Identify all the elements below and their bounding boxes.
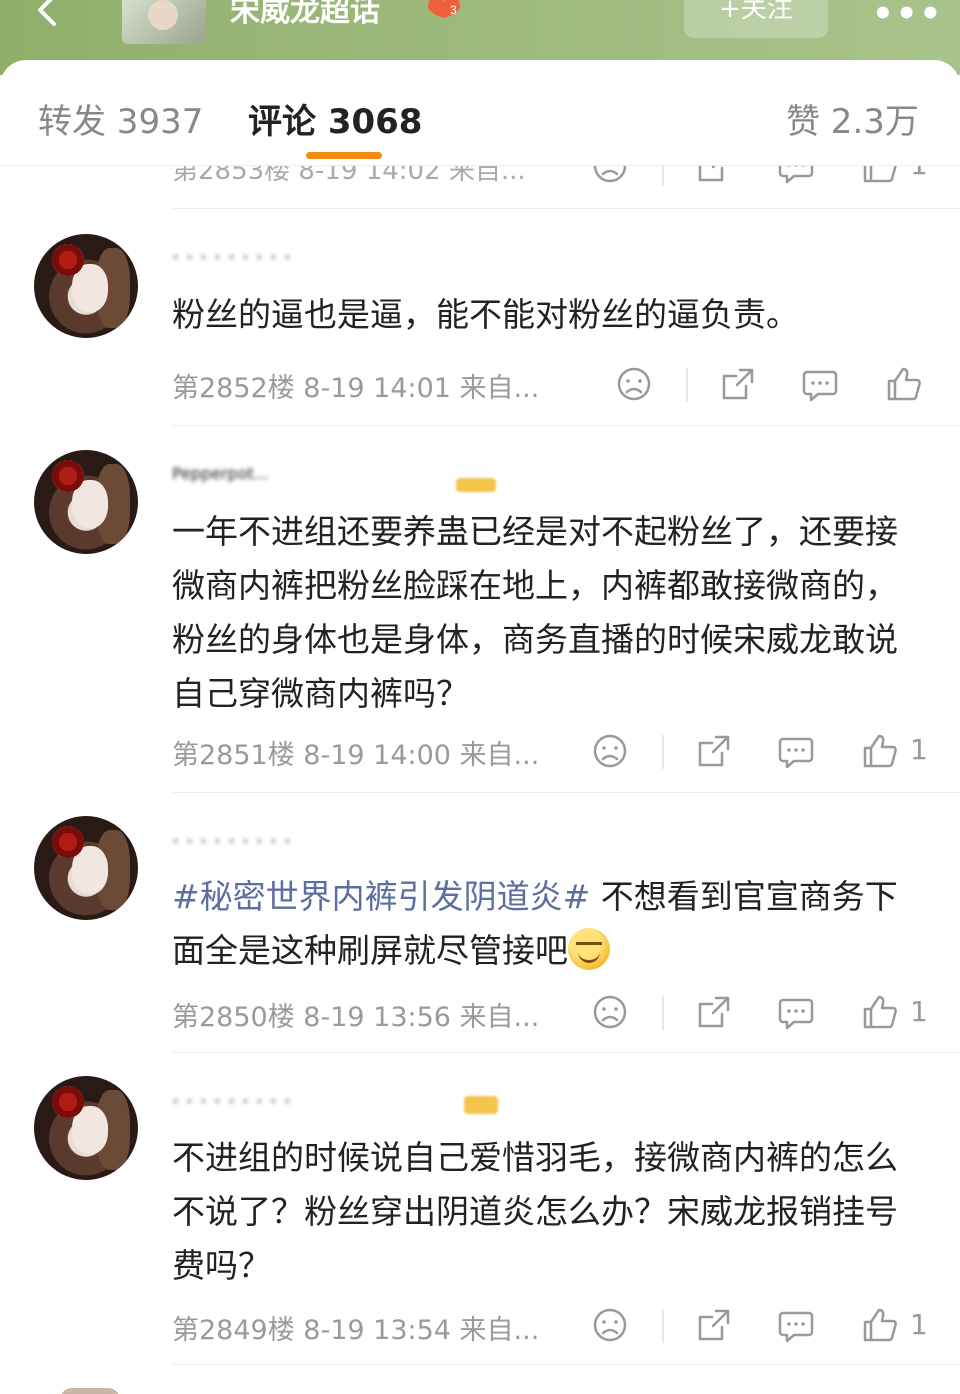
separator — [662, 735, 664, 769]
svg-text:3: 3 — [450, 3, 457, 17]
comment-icon[interactable] — [776, 166, 816, 186]
comment-meta: 第2852楼 8-19 14:01 来自... — [172, 373, 540, 404]
avatar[interactable] — [34, 450, 138, 554]
thumbs-up-icon[interactable] — [884, 364, 924, 404]
comment-meta: 第2853楼 8-19 14:02 来自... — [172, 166, 526, 186]
follow-button[interactable]: +关注 — [684, 0, 828, 38]
thumbs-up-icon[interactable] — [860, 731, 900, 771]
separator — [662, 1309, 664, 1343]
username-blurred[interactable]: · · · · · · · · · — [172, 830, 502, 854]
dislike-face-icon[interactable] — [590, 166, 630, 186]
partial-comment-row: 第2853楼 8-19 14:02 来自... 1 — [0, 166, 960, 208]
separator — [662, 166, 664, 186]
dislike-face-icon[interactable] — [614, 364, 654, 404]
smirk-emoji — [568, 928, 610, 970]
comment-meta: 第2850楼 8-19 13:56 来自... — [172, 1002, 540, 1033]
username-blurred[interactable]: · · · · · · · · · — [172, 246, 502, 270]
username-blurred[interactable]: · · · · · · · · · — [172, 1090, 502, 1114]
share-icon[interactable] — [694, 992, 734, 1032]
row-divider — [172, 1364, 960, 1365]
comment-icon[interactable] — [776, 992, 816, 1032]
member-badge-icon — [456, 478, 496, 492]
comment-icon[interactable] — [776, 731, 816, 771]
separator — [686, 368, 688, 402]
separator — [662, 996, 664, 1030]
like-count: 1 — [910, 1308, 928, 1341]
thumbs-up-icon[interactable] — [860, 1305, 900, 1345]
avatar[interactable] — [34, 1076, 138, 1180]
super-topic-title[interactable]: 宋威龙超话 — [230, 0, 380, 30]
row-divider — [172, 208, 960, 209]
thumbs-up-icon[interactable] — [860, 166, 900, 186]
avatar[interactable] — [34, 234, 138, 338]
comment-meta: 第2849楼 8-19 13:54 来自... — [172, 1315, 540, 1346]
comment-text: 不进组的时候说自己爱惜羽毛，接微商内裤的怎么不说了？粉丝穿出阴道炎怎么办？宋威龙… — [172, 1138, 898, 1285]
comment-text: #秘密世界内裤引发阴道炎# 不想看到官宣商务下面全是这种刷屏就尽管接吧 — [172, 870, 912, 978]
tab-reposts[interactable]: 转发 3937 — [38, 94, 203, 143]
back-arrow-icon[interactable] — [28, 0, 68, 32]
super-topic-avatar[interactable] — [122, 0, 206, 44]
avatar[interactable] — [60, 1388, 120, 1394]
share-icon[interactable] — [694, 1305, 734, 1345]
comment-text: 粉丝的逼也是逼，能不能对粉丝的逼负责。 — [172, 295, 799, 334]
thumbs-up-icon[interactable] — [860, 992, 900, 1032]
dislike-face-icon[interactable] — [590, 992, 630, 1032]
comment-icon[interactable] — [776, 1305, 816, 1345]
tab-comments[interactable]: 评论 3068 — [248, 94, 422, 143]
comment-text: 一年不进组还要养蛊已经是对不起粉丝了，还要接微商内裤把粉丝脸踩在地上，内裤都敢接… — [172, 512, 898, 713]
tab-likes[interactable]: 赞 2.3万 — [786, 94, 919, 143]
share-icon[interactable] — [718, 364, 758, 404]
share-icon[interactable] — [694, 731, 734, 771]
member-badge-icon — [464, 1096, 498, 1114]
dislike-face-icon[interactable] — [590, 731, 630, 771]
like-count: 1 — [910, 166, 928, 181]
more-options-icon[interactable]: ••• — [872, 0, 943, 34]
row-divider — [172, 425, 960, 426]
comment-icon[interactable] — [800, 364, 840, 404]
topic-hashtag-link[interactable]: #秘密世界内裤引发阴道炎# — [172, 877, 590, 916]
level-badge-icon: 3 — [424, 0, 464, 18]
comment-meta: 第2851楼 8-19 14:00 来自... — [172, 740, 540, 771]
row-divider — [172, 792, 960, 793]
active-tab-indicator — [306, 152, 382, 159]
like-count: 1 — [910, 995, 928, 1028]
tab-bar: 转发 3937 评论 3068 赞 2.3万 — [0, 60, 960, 166]
avatar[interactable] — [34, 816, 138, 920]
like-count: 1 — [910, 733, 928, 766]
share-icon[interactable] — [694, 166, 734, 186]
row-divider — [172, 1052, 960, 1053]
username-blurred[interactable]: Pepperpot... — [172, 464, 502, 488]
dislike-face-icon[interactable] — [590, 1305, 630, 1345]
